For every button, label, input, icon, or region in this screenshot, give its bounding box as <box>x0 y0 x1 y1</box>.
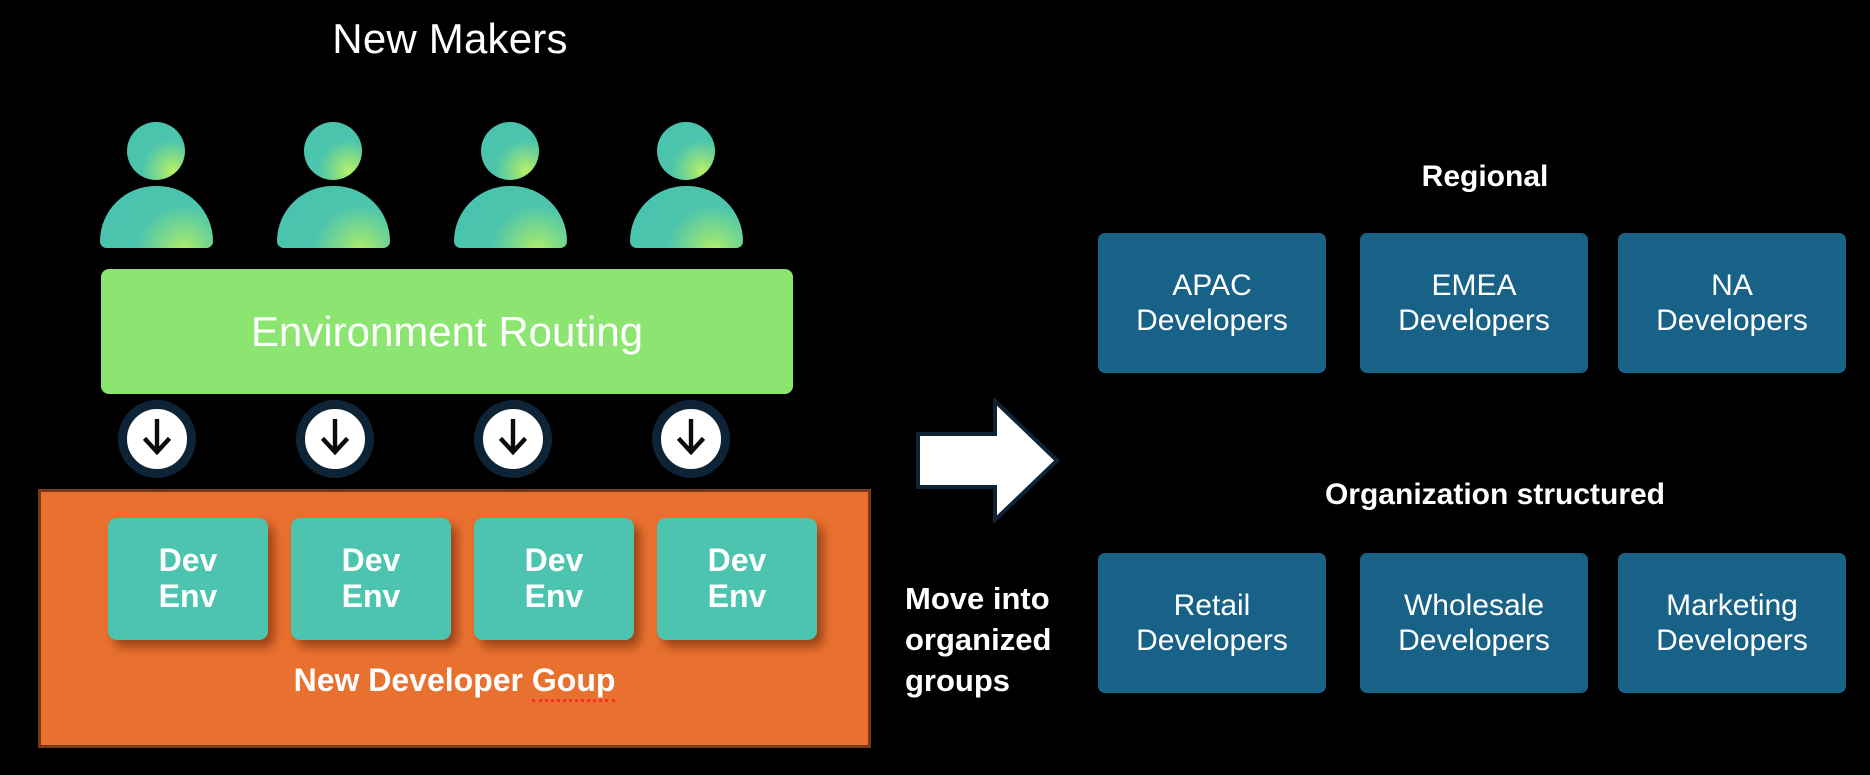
environment-routing-band: Environment Routing <box>101 269 793 394</box>
group-card-line1: Wholesale <box>1403 588 1545 622</box>
environment-routing-label: Environment Routing <box>250 307 644 355</box>
arrow-down-icon <box>474 400 552 478</box>
regional-heading: Regional <box>1421 160 1549 193</box>
group-card-line2: Developers <box>1136 624 1288 657</box>
group-card-apac: APAC Developers <box>1098 233 1326 373</box>
dev-env-card: Dev Env <box>291 518 451 640</box>
new-makers-people-group <box>100 122 770 248</box>
dev-env-line1: Dev <box>158 542 218 579</box>
dev-env-line2: Env <box>158 578 218 614</box>
organization-structured-heading: Organization structured <box>1324 478 1666 511</box>
new-developer-group-label: New Developer Goup <box>41 662 868 702</box>
person-icon <box>100 122 220 248</box>
person-icon <box>454 122 574 248</box>
group-card-line2: Developers <box>1136 304 1288 337</box>
arrow-down-icon <box>118 400 196 478</box>
dev-env-line2: Env <box>707 578 767 614</box>
person-head-icon <box>127 122 185 180</box>
group-card-line1: NA <box>1711 268 1753 302</box>
move-into-groups-caption: Move into organized groups <box>905 581 1052 699</box>
person-head-icon <box>481 122 539 180</box>
person-body-icon <box>630 186 743 248</box>
dev-env-line1: Dev <box>707 542 767 579</box>
person-icon <box>277 122 397 248</box>
diagram-canvas: New Makers Environment Routing Dev Env D… <box>0 0 1870 775</box>
group-card-line2: Developers <box>1656 304 1808 337</box>
dev-env-line2: Env <box>524 578 584 614</box>
group-card-na: NA Developers <box>1618 233 1846 373</box>
new-developer-group-label-prefix: New Developer <box>293 662 532 698</box>
group-card-retail: Retail Developers <box>1098 553 1326 693</box>
dev-env-row: Dev Env Dev Env Dev Env Dev Env <box>108 518 818 640</box>
group-card-line1: EMEA <box>1431 268 1517 302</box>
group-card-wholesale: Wholesale Developers <box>1360 553 1588 693</box>
person-icon <box>630 122 750 248</box>
group-card-line1: APAC <box>1172 268 1252 302</box>
dev-env-line1: Dev <box>341 542 401 579</box>
person-head-icon <box>304 122 362 180</box>
new-developer-group-box: Dev Env Dev Env Dev Env Dev Env New Deve… <box>38 489 871 748</box>
dev-env-card: Dev Env <box>108 518 268 640</box>
flow-arrows-group <box>100 400 770 482</box>
dev-env-card: Dev Env <box>474 518 634 640</box>
person-body-icon <box>100 186 213 248</box>
group-card-line1: Marketing <box>1666 588 1798 622</box>
dev-env-card: Dev Env <box>657 518 817 640</box>
arrow-down-icon <box>652 400 730 478</box>
group-card-line1: Retail <box>1173 588 1251 622</box>
new-makers-title: New Makers <box>332 15 568 62</box>
group-card-line2: Developers <box>1398 624 1550 657</box>
group-card-line2: Developers <box>1656 624 1808 657</box>
arrow-down-icon <box>296 400 374 478</box>
regional-cards-row: APAC Developers EMEA Developers NA Devel… <box>1098 233 1870 373</box>
new-developer-group-label-misspelled: Goup <box>531 662 616 702</box>
dev-env-line2: Env <box>341 578 401 614</box>
person-body-icon <box>277 186 390 248</box>
organization-cards-row: Retail Developers Wholesale Developers M… <box>1098 553 1870 693</box>
arrow-right-icon <box>915 396 1060 525</box>
group-card-marketing: Marketing Developers <box>1618 553 1846 693</box>
person-head-icon <box>657 122 715 180</box>
group-card-emea: EMEA Developers <box>1360 233 1588 373</box>
dev-env-line1: Dev <box>524 542 584 579</box>
person-body-icon <box>454 186 567 248</box>
group-card-line2: Developers <box>1398 304 1550 337</box>
